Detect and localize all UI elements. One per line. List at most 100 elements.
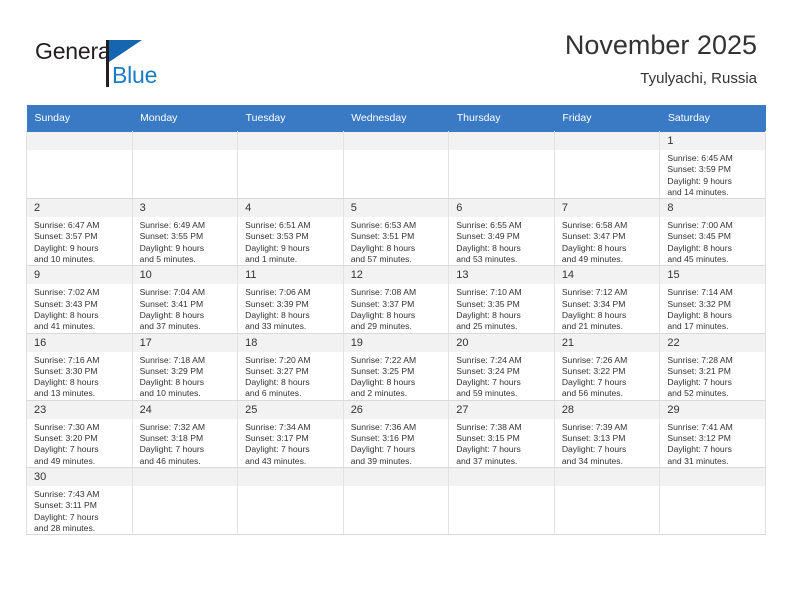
calendar-day-cell[interactable]: 2 Sunrise: 6:47 AM Sunset: 3:57 PM Daylight… [26, 198, 133, 267]
calendar-day-cell[interactable]: 17 Sunrise: 7:18 AM Sunset: 3:29 PM Dayligh… [131, 332, 239, 401]
calendar-day-cell[interactable]: 5 Sunrise: 6:53 AM Sunset: 3:51 PM Daylight… [342, 198, 450, 267]
day-number [554, 132, 660, 150]
calendar-day-cell[interactable]: 14 Sunrise: 7:12 AM Sunset: 3:34 PM Dayligh… [553, 265, 661, 334]
sunrise-time: Sunrise: 7:38 AM [456, 421, 522, 432]
calendar-day-cell[interactable]: 18 Sunrise: 7:20 AM Sunset: 3:27 PM Dayligh… [237, 332, 344, 401]
calendar-day-cell[interactable]: 12 Sunrise: 7:08 AM Sunset: 3:37 PM Dayligh… [342, 265, 450, 334]
sunset-time: Sunset: 3:43 PM [34, 298, 98, 309]
daylight-duration-line2: and 49 minutes. [561, 254, 623, 265]
daylight-duration-line2: and 46 minutes. [139, 455, 201, 466]
calendar-day-cell[interactable]: 4 Sunrise: 6:51 AM Sunset: 3:53 PM Daylight… [237, 198, 344, 267]
daylight-duration-line2: and 25 minutes. [456, 321, 518, 332]
daylight-duration-line2: and 14 minutes. [667, 186, 729, 197]
day-details: Sunrise: 7:28 AM Sunset: 3:21 PM Daylight:… [660, 352, 765, 400]
daylight-duration-line1: Daylight: 7 hours [139, 444, 205, 455]
calendar-week-row: 23 Sunrise: 7:30 AM Sunset: 3:20 PM Dayligh… [26, 399, 766, 468]
daylight-duration-line1: Daylight: 8 hours [561, 242, 627, 253]
sunset-time: Sunset: 3:49 PM [456, 231, 520, 242]
daylight-duration-line2: and 52 minutes. [667, 388, 729, 399]
calendar-day-cell[interactable]: 25 Sunrise: 7:34 AM Sunset: 3:17 PM Dayligh… [237, 399, 344, 468]
daylight-duration-line1: Daylight: 9 hours [34, 242, 99, 253]
title-block: November 2025 Tyulyachi, Russia [565, 28, 757, 88]
calendar-day-cell[interactable]: 22 Sunrise: 7:28 AM Sunset: 3:21 PM Dayligh… [659, 332, 766, 401]
day-details: Sunrise: 6:47 AM Sunset: 3:57 PM Daylight:… [27, 217, 132, 265]
day-number: 23 [27, 400, 132, 419]
sunrise-time: Sunrise: 7:16 AM [34, 354, 100, 365]
calendar-day-cell[interactable]: 29 Sunrise: 7:41 AM Sunset: 3:12 PM Dayligh… [659, 399, 766, 468]
calendar-day-cell[interactable]: 20 Sunrise: 7:24 AM Sunset: 3:24 PM Dayligh… [448, 332, 555, 401]
calendar-day-cell[interactable]: 16 Sunrise: 7:16 AM Sunset: 3:30 PM Dayligh… [26, 332, 133, 401]
calendar-day-cell[interactable]: 7 Sunrise: 6:58 AM Sunset: 3:47 PM Daylight… [553, 198, 661, 267]
weekday-header-saturday: Saturday [659, 105, 766, 132]
sunset-time: Sunset: 3:37 PM [350, 298, 415, 309]
sunrise-time: Sunrise: 7:08 AM [350, 287, 417, 298]
daylight-duration-line2: and 1 minute. [245, 254, 298, 265]
daylight-duration-line1: Daylight: 7 hours [34, 444, 99, 455]
calendar-day-cell[interactable]: 8 Sunrise: 7:00 AM Sunset: 3:45 PM Daylight… [659, 198, 766, 267]
general-blue-logo[interactable]: General Blue [35, 38, 235, 90]
calendar-day-cell-empty [26, 130, 133, 200]
calendar-day-cell[interactable]: 26 Sunrise: 7:36 AM Sunset: 3:16 PM Dayligh… [342, 399, 450, 468]
calendar-day-cell[interactable]: 19 Sunrise: 7:22 AM Sunset: 3:25 PM Dayligh… [342, 332, 450, 401]
day-details: Sunrise: 7:08 AM Sunset: 3:37 PM Daylight:… [344, 284, 449, 332]
calendar-day-cell[interactable]: 11 Sunrise: 7:06 AM Sunset: 3:39 PM Dayligh… [237, 265, 344, 334]
day-number: 4 [238, 199, 343, 218]
sunset-time: Sunset: 3:18 PM [139, 433, 204, 444]
calendar-day-cell[interactable]: 15 Sunrise: 7:14 AM Sunset: 3:32 PM Dayligh… [659, 265, 766, 334]
daylight-duration-line1: Daylight: 7 hours [667, 377, 732, 388]
day-number [449, 467, 554, 486]
daylight-duration-line2: and 53 minutes. [456, 254, 518, 265]
calendar-day-cell[interactable]: 10 Sunrise: 7:04 AM Sunset: 3:41 PM Dayligh… [131, 265, 239, 334]
calendar-day-cell[interactable]: 23 Sunrise: 7:30 AM Sunset: 3:20 PM Dayligh… [26, 399, 133, 468]
daylight-duration-line2: and 31 minutes. [667, 455, 729, 466]
calendar-day-cell[interactable]: 1 Sunrise: 6:45 AM Sunset: 3:59 PM Daylight… [659, 130, 766, 200]
day-details: Sunrise: 6:51 AM Sunset: 3:53 PM Daylight:… [238, 217, 343, 265]
weekday-header-wednesday: Wednesday [343, 105, 449, 132]
sunrise-time: Sunrise: 7:20 AM [245, 354, 311, 365]
daylight-duration-line2: and 6 minutes. [245, 388, 302, 399]
day-number: 29 [660, 400, 765, 419]
calendar-week-row: 1 Sunrise: 6:45 AM Sunset: 3:59 PM Daylight… [26, 130, 766, 200]
day-details: Sunrise: 7:34 AM Sunset: 3:17 PM Daylight:… [238, 419, 343, 467]
day-details: Sunrise: 6:45 AM Sunset: 3:59 PM Daylight:… [660, 150, 765, 198]
day-details: Sunrise: 7:12 AM Sunset: 3:34 PM Daylight:… [555, 284, 660, 332]
daylight-duration-line2: and 37 minutes. [456, 455, 518, 466]
sunset-time: Sunset: 3:53 PM [245, 231, 309, 242]
calendar-week-row: 2 Sunrise: 6:47 AM Sunset: 3:57 PM Daylight… [26, 198, 766, 267]
calendar-day-cell[interactable]: 21 Sunrise: 7:26 AM Sunset: 3:22 PM Dayligh… [553, 332, 661, 401]
weekday-header-friday: Friday [554, 105, 660, 132]
calendar-day-cell[interactable]: 28 Sunrise: 7:39 AM Sunset: 3:13 PM Dayligh… [553, 399, 661, 468]
day-number: 20 [449, 333, 554, 352]
day-number [238, 467, 343, 486]
sunrise-time: Sunrise: 7:00 AM [667, 220, 733, 231]
calendar-day-cell[interactable]: 27 Sunrise: 7:38 AM Sunset: 3:15 PM Dayligh… [448, 399, 555, 468]
daylight-duration-line1: Daylight: 8 hours [667, 242, 732, 253]
daylight-duration-line2: and 37 minutes. [139, 321, 201, 332]
daylight-duration-line1: Daylight: 8 hours [667, 309, 732, 320]
calendar-day-cell[interactable]: 3 Sunrise: 6:49 AM Sunset: 3:55 PM Daylight… [131, 198, 239, 267]
day-number [343, 467, 449, 486]
daylight-duration-line1: Daylight: 7 hours [456, 377, 521, 388]
day-details: Sunrise: 7:04 AM Sunset: 3:41 PM Daylight:… [133, 284, 238, 332]
day-number: 26 [343, 400, 449, 419]
weekday-header-tuesday: Tuesday [237, 105, 344, 132]
daylight-duration-line2: and 41 minutes. [34, 321, 96, 332]
day-number: 16 [27, 333, 132, 352]
day-details: Sunrise: 7:22 AM Sunset: 3:25 PM Daylight:… [344, 352, 449, 400]
calendar-day-cell[interactable]: 9 Sunrise: 7:02 AM Sunset: 3:43 PM Daylight… [26, 265, 133, 334]
calendar-day-cell[interactable]: 24 Sunrise: 7:32 AM Sunset: 3:18 PM Dayligh… [131, 399, 239, 468]
day-number [343, 132, 449, 150]
calendar-day-cell[interactable]: 13 Sunrise: 7:10 AM Sunset: 3:35 PM Dayligh… [448, 265, 555, 334]
sunset-time: Sunset: 3:51 PM [350, 231, 415, 242]
calendar-day-cell[interactable]: 30 Sunrise: 7:43 AM Sunset: 3:11 PM Dayligh… [26, 466, 133, 536]
sunset-time: Sunset: 3:57 PM [34, 231, 98, 242]
day-number: 6 [449, 199, 554, 218]
day-details: Sunrise: 6:53 AM Sunset: 3:51 PM Daylight:… [344, 217, 449, 265]
calendar-day-cell-empty [237, 130, 344, 200]
calendar-day-cell[interactable]: 6 Sunrise: 6:55 AM Sunset: 3:49 PM Daylight… [448, 198, 555, 267]
sunrise-time: Sunrise: 7:18 AM [139, 354, 206, 365]
page-subtitle: Tyulyachi, Russia [640, 70, 757, 87]
calendar-header-row-group: Sunday Monday Tuesday Wednesday Thursday… [26, 105, 766, 132]
day-number [132, 467, 238, 486]
sunrise-time: Sunrise: 6:58 AM [561, 220, 628, 231]
